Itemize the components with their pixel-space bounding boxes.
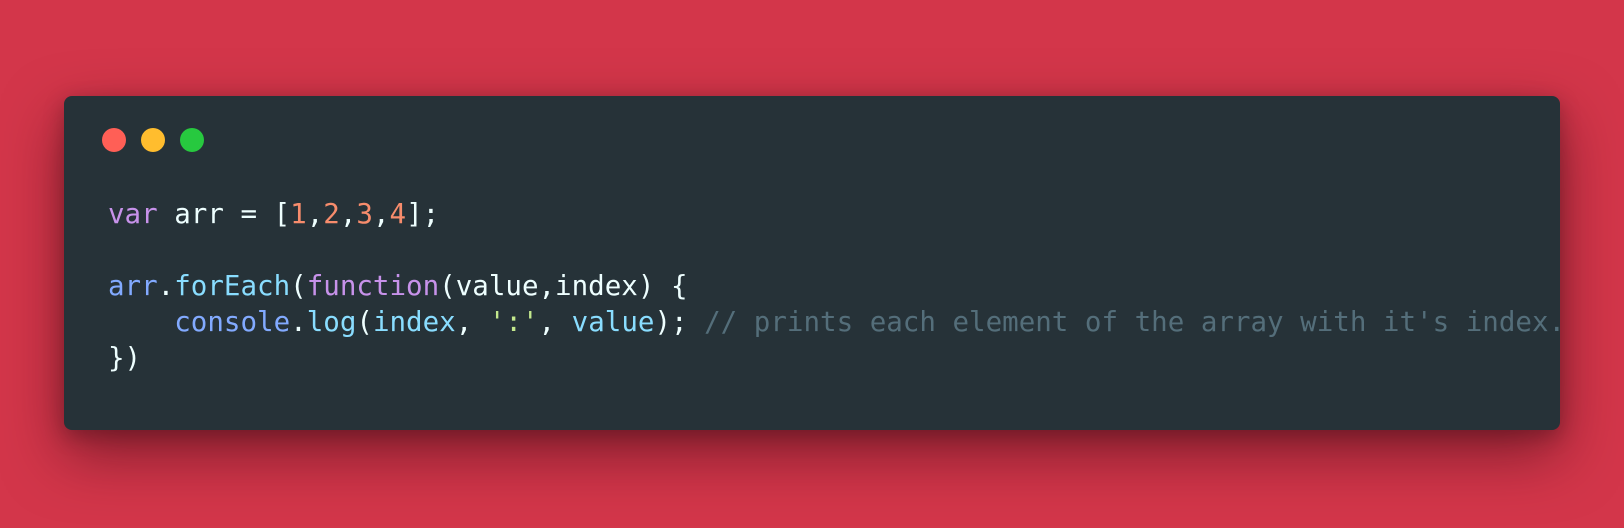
window-controls: [102, 128, 204, 152]
close-dot-icon: [102, 128, 126, 152]
code-token-number: 2: [323, 198, 340, 230]
code-token-plain: }): [108, 342, 142, 374]
code-token-plain: (: [290, 270, 307, 302]
code-token-plain: (value,index) {: [439, 270, 688, 302]
code-token-number: 1: [290, 198, 307, 230]
code-token-plain: arr = [: [157, 198, 291, 230]
code-token-plain: ,: [339, 198, 357, 230]
code-line: var arr = [1,2,3,4];: [108, 196, 1565, 232]
code-token-plain: ,: [306, 198, 324, 230]
code-line: }): [108, 340, 1565, 376]
code-block: var arr = [1,2,3,4]; arr.forEach(function…: [108, 196, 1565, 376]
code-window: var arr = [1,2,3,4]; arr.forEach(function…: [64, 96, 1565, 430]
code-token-plain: ,: [455, 306, 489, 338]
code-token-keyword: function: [306, 270, 440, 302]
code-token-plain: ,: [538, 306, 572, 338]
code-token-plain: (: [356, 306, 373, 338]
code-token-plain: ];: [406, 198, 440, 230]
code-token-plain: .: [290, 306, 307, 338]
code-line: arr.forEach(function(value,index) {: [108, 268, 1565, 304]
code-token-number: 4: [389, 198, 407, 230]
code-token-method: forEach: [174, 270, 291, 302]
minimize-dot-icon: [141, 128, 165, 152]
code-token-string: ':': [488, 306, 539, 338]
code-token-keyword: var: [108, 198, 158, 230]
code-token-method: value: [571, 306, 655, 338]
code-token-method: index: [372, 306, 456, 338]
maximize-dot-icon: [180, 128, 204, 152]
code-token-method: log: [306, 306, 357, 338]
code-token-plain: );: [654, 306, 705, 338]
code-token-variable: arr: [108, 270, 158, 302]
code-line: console.log(index, ':', value); // print…: [108, 304, 1565, 340]
code-token-comment: // prints each element of the array with…: [704, 306, 1566, 338]
code-token-plain: .: [157, 270, 175, 302]
code-token-variable: console: [174, 306, 291, 338]
code-token-number: 3: [356, 198, 373, 230]
code-token-plain: ,: [372, 198, 390, 230]
